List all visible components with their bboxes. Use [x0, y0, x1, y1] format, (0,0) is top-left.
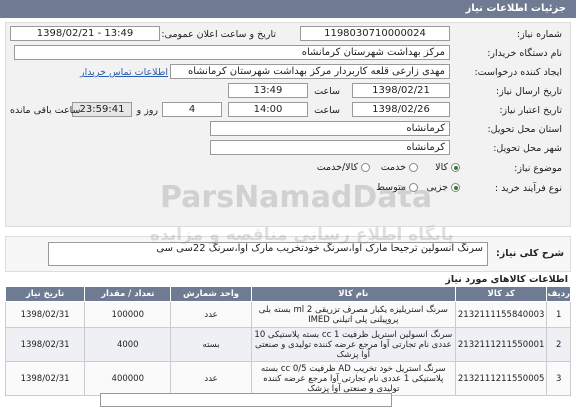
- cell-name: سرنگ انسولین استریل ظرفیت cc 1 بسته پلاس…: [250, 327, 456, 362]
- category-option-service[interactable]: خدمت: [381, 162, 418, 173]
- remaining-label: ساعت باقی مانده: [10, 105, 81, 116]
- cell-qty: 400000: [84, 361, 172, 396]
- page-header: جزئیات اطلاعات نیاز: [0, 0, 576, 18]
- validity-time-label: ساعت: [314, 105, 340, 116]
- col-index: ردیف: [546, 286, 571, 302]
- cell-code: 2132111211550001: [454, 327, 548, 362]
- radio-selected-icon: [451, 183, 460, 192]
- cell-code: 2132111211550005: [454, 361, 548, 396]
- radio-icon: [409, 163, 418, 172]
- send-time-field: 13:49: [228, 83, 308, 98]
- col-unit: واحد شمارش: [170, 286, 252, 302]
- bottom-field: [100, 393, 392, 407]
- description-section: شرح کلی نیاز: سرنگ انسولین ترجیحا مارک آ…: [5, 236, 571, 272]
- cell-date: 1398/02/31: [4, 301, 86, 328]
- page-title: جزئیات اطلاعات نیاز: [465, 3, 566, 14]
- cell-unit: عدد: [170, 361, 252, 396]
- announce-label: تاریخ و ساعت اعلان عمومی:: [161, 29, 276, 40]
- send-date-label: تاریخ ارسال نیاز:: [495, 86, 562, 97]
- col-code: کد کالا: [454, 286, 548, 302]
- province-label: استان محل تحویل:: [487, 124, 562, 135]
- creator-field: مهدی زارعی قلعه کاربردار مرکز بهداشت شهر…: [170, 64, 450, 79]
- col-qty: تعداد / مقدار: [84, 286, 172, 302]
- radio-icon: [361, 163, 370, 172]
- cell-index: 2: [546, 327, 571, 362]
- process-option-minor[interactable]: جزیی: [426, 182, 460, 193]
- province-field: کرمانشاه: [210, 121, 450, 136]
- creator-label: ایجاد کننده درخواست:: [474, 67, 562, 78]
- cell-code: 2132111155840003: [454, 301, 548, 328]
- validity-time-field: 14:00: [228, 102, 308, 117]
- category-option-goods-service[interactable]: کالا/خدمت: [317, 162, 370, 173]
- announce-field: 1398/02/21 - 13:49: [10, 26, 160, 41]
- buyer-contact-link[interactable]: اطلاعات تماس خریدار: [80, 67, 168, 78]
- days-field: 4: [162, 102, 222, 117]
- goods-table: ردیف کد کالا نام کالا واحد شمارش تعداد /…: [4, 286, 571, 396]
- description-field: سرنگ انسولین ترجیحا مارک آوا،سرنگ خودتخر…: [48, 242, 488, 266]
- cell-unit: عدد: [170, 301, 252, 328]
- validity-label: تاریخ اعتبار نیاز:: [499, 105, 562, 116]
- cell-unit: بسته: [170, 327, 252, 362]
- cell-qty: 100000: [84, 301, 172, 328]
- cell-index: 3: [546, 361, 571, 396]
- city-field: کرمانشاه: [210, 140, 450, 155]
- cell-date: 1398/02/31: [4, 327, 86, 362]
- cell-index: 1: [546, 301, 571, 328]
- description-label: شرح کلی نیاز:: [495, 248, 564, 259]
- process-option-medium[interactable]: متوسط: [376, 182, 418, 193]
- need-number-label: شماره نیاز:: [516, 29, 562, 40]
- goods-header-row: ردیف کد کالا نام کالا واحد شمارش تعداد /…: [4, 286, 571, 302]
- buyer-label: نام دستگاه خریدار:: [487, 48, 562, 59]
- col-date: تاریخ نیاز: [4, 286, 86, 302]
- cell-date: 1398/02/31: [4, 361, 86, 396]
- validity-date-field: 1398/02/26: [352, 102, 450, 117]
- cell-name: سرنگ استریلیزه یکبار مصرف تزریقی ml 2 بس…: [250, 301, 456, 328]
- category-label: موضوع نیاز:: [514, 163, 562, 174]
- table-row[interactable]: 2 2132111211550001 سرنگ انسولین استریل ظ…: [4, 327, 571, 362]
- col-name: نام کالا: [250, 286, 456, 302]
- days-label: روز و: [136, 105, 158, 116]
- process-label: نوع فرآیند خرید :: [494, 183, 562, 194]
- table-row[interactable]: 1 2132111155840003 سرنگ استریلیزه یکبار …: [4, 301, 571, 328]
- cell-name: سرنگ استریل خود تخریب AD ظرفیت cc 0/5 بس…: [250, 361, 456, 396]
- cell-qty: 4000: [84, 327, 172, 362]
- remaining-time-field: 23:59:41: [72, 102, 132, 117]
- radio-icon: [409, 183, 418, 192]
- goods-title: اطلاعات کالاهای مورد نیاز: [445, 274, 568, 285]
- radio-selected-icon: [451, 163, 460, 172]
- need-info-panel: شماره نیاز: 1198030710000024 تاریخ و ساع…: [5, 22, 571, 227]
- category-option-goods[interactable]: کالا: [435, 162, 460, 173]
- send-time-label: ساعت: [314, 86, 340, 97]
- send-date-field: 1398/02/21: [352, 83, 450, 98]
- buyer-field: مرکز بهداشت شهرستان کرمانشاه: [14, 45, 450, 60]
- table-row[interactable]: 3 2132111211550005 سرنگ استریل خود تخریب…: [4, 361, 571, 396]
- city-label: شهر محل تحویل:: [493, 143, 562, 154]
- need-number-field: 1198030710000024: [300, 26, 450, 41]
